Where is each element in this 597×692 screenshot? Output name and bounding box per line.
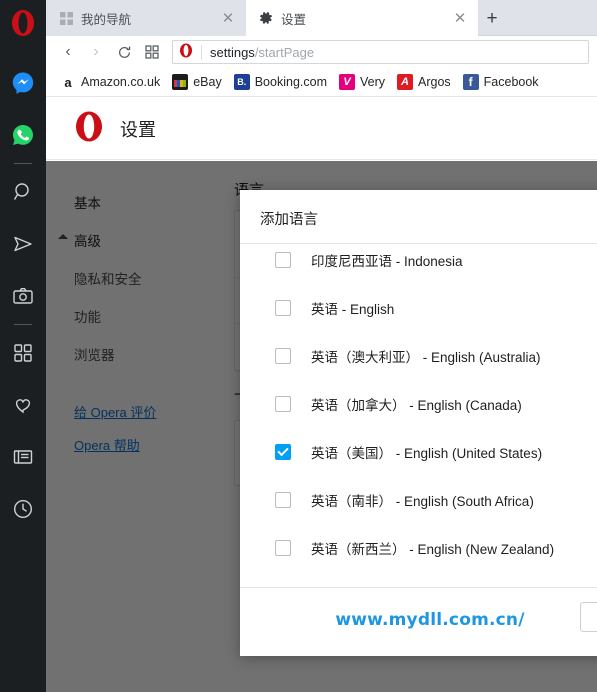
argos-icon: A [397, 74, 413, 90]
list-item[interactable]: 英语 - English [240, 284, 597, 332]
very-icon: V [338, 74, 355, 90]
opera-sidebar [0, 0, 46, 692]
news-icon[interactable] [0, 431, 46, 483]
list-item-label: 英语（加拿大） - English (Canada) [311, 398, 522, 413]
checkbox-icon[interactable] [275, 540, 291, 556]
favorites-heart-icon[interactable] [0, 379, 46, 431]
snapshot-camera-icon[interactable] [0, 270, 46, 322]
booking-icon: B. [233, 74, 250, 90]
back-button[interactable]: ‹ [54, 39, 82, 65]
bookmark-argos[interactable]: A Argos [391, 71, 457, 93]
settings-page-header: 设置 [46, 98, 597, 160]
ebay-icon [172, 74, 189, 90]
search-icon[interactable] [0, 166, 46, 218]
new-tab-button[interactable]: + [478, 5, 506, 33]
list-item[interactable]: 英语（美国） - English (United States) [240, 428, 597, 476]
opera-logo-icon[interactable] [8, 8, 38, 43]
tab-title: 设置 [281, 12, 307, 27]
browser-chrome: 我的导航 ✕ 设置 ✕ + ‹ › settings /startPage a … [46, 0, 597, 98]
checkbox-icon[interactable] [275, 444, 291, 460]
history-clock-icon[interactable] [0, 483, 46, 535]
address-separator [201, 44, 202, 60]
opera-logo-icon [74, 111, 104, 147]
bookmark-label: eBay [193, 75, 222, 89]
send-icon[interactable] [0, 218, 46, 270]
list-item[interactable]: 英语（新西兰） - English (New Zealand) [240, 524, 597, 572]
list-item[interactable]: 印度尼西亚语 - Indonesia [240, 244, 597, 284]
list-item-label: 英语（美国） - English (United States) [311, 446, 543, 461]
messenger-icon[interactable] [0, 57, 46, 109]
opera-browser-window: 我的导航 ✕ 设置 ✕ + ‹ › settings /startPage a … [0, 0, 597, 692]
add-language-dialog: 添加语言 印度尼西亚语 - Indonesia 英语 - English 英语（… [240, 190, 597, 656]
checkbox-icon[interactable] [275, 492, 291, 508]
list-item[interactable]: 英语（澳大利亚） - English (Australia) [240, 332, 597, 380]
list-item[interactable]: 英语（印度） - English (India) [240, 572, 597, 587]
watermark-text: www.mydll.com.cn/ [335, 610, 525, 630]
opera-site-icon [179, 43, 193, 61]
speeddial-grid-icon[interactable] [0, 327, 46, 379]
language-list[interactable]: 印度尼西亚语 - Indonesia 英语 - English 英语（澳大利亚）… [240, 243, 597, 588]
list-item-label: 英语（澳大利亚） - English (Australia) [311, 350, 541, 365]
tab-title: 我的导航 [81, 12, 132, 27]
tab-settings[interactable]: 设置 ✕ [246, 0, 478, 36]
page-title: 设置 [120, 119, 156, 140]
list-item-label: 印度尼西亚语 - Indonesia [311, 254, 463, 269]
list-item-label: 英语 - English [311, 302, 395, 317]
bookmark-booking[interactable]: B. Booking.com [228, 71, 333, 93]
add-button[interactable]: 添加 [580, 602, 597, 632]
forward-button[interactable]: › [82, 39, 110, 65]
facebook-icon: f [462, 74, 479, 90]
sidebar-divider [14, 324, 32, 325]
speeddial-button[interactable] [138, 39, 166, 65]
url-text-primary: settings [210, 44, 255, 60]
list-item[interactable]: 英语（加拿大） - English (Canada) [240, 380, 597, 428]
reload-button[interactable] [110, 39, 138, 65]
close-icon[interactable]: ✕ [216, 6, 240, 30]
bookmark-label: Facebook [483, 75, 539, 89]
checkbox-icon[interactable] [275, 348, 291, 364]
close-icon[interactable]: ✕ [448, 6, 472, 30]
bookmark-amazon[interactable]: a Amazon.co.uk [54, 71, 166, 93]
address-bar[interactable]: settings /startPage [172, 40, 589, 64]
bookmark-label: Booking.com [254, 75, 327, 89]
navigation-toolbar: ‹ › settings /startPage [46, 36, 597, 68]
bookmark-label: Argos [418, 75, 451, 89]
speeddial-icon [58, 10, 74, 26]
bookmark-ebay[interactable]: eBay [166, 71, 228, 93]
dialog-footer: www.mydll.com.cn/ 添加 [240, 588, 597, 656]
amazon-icon: a [60, 74, 76, 90]
bookmark-facebook[interactable]: f Facebook [457, 71, 545, 93]
bookmark-very[interactable]: V Very [333, 71, 391, 93]
bookmark-label: Amazon.co.uk [81, 75, 161, 89]
tab-my-navigation[interactable]: 我的导航 ✕ [46, 0, 246, 36]
tab-strip: 我的导航 ✕ 设置 ✕ + [46, 0, 597, 36]
checkbox-icon[interactable] [275, 300, 291, 316]
whatsapp-icon[interactable] [0, 109, 46, 161]
bookmarks-bar: a Amazon.co.uk eBay B. Booking.com V Ver… [46, 68, 597, 97]
gear-icon [258, 10, 274, 26]
bookmark-label: Very [359, 75, 385, 89]
list-item-label: 英语（南非） - English (South Africa) [311, 494, 534, 509]
checkbox-icon[interactable] [275, 252, 291, 268]
dialog-title: 添加语言 [260, 212, 318, 228]
checkbox-icon[interactable] [275, 396, 291, 412]
sidebar-divider [14, 163, 32, 164]
list-item-label: 英语（新西兰） - English (New Zealand) [311, 542, 555, 557]
list-item[interactable]: 英语（南非） - English (South Africa) [240, 476, 597, 524]
url-text-secondary: /startPage [254, 44, 315, 60]
